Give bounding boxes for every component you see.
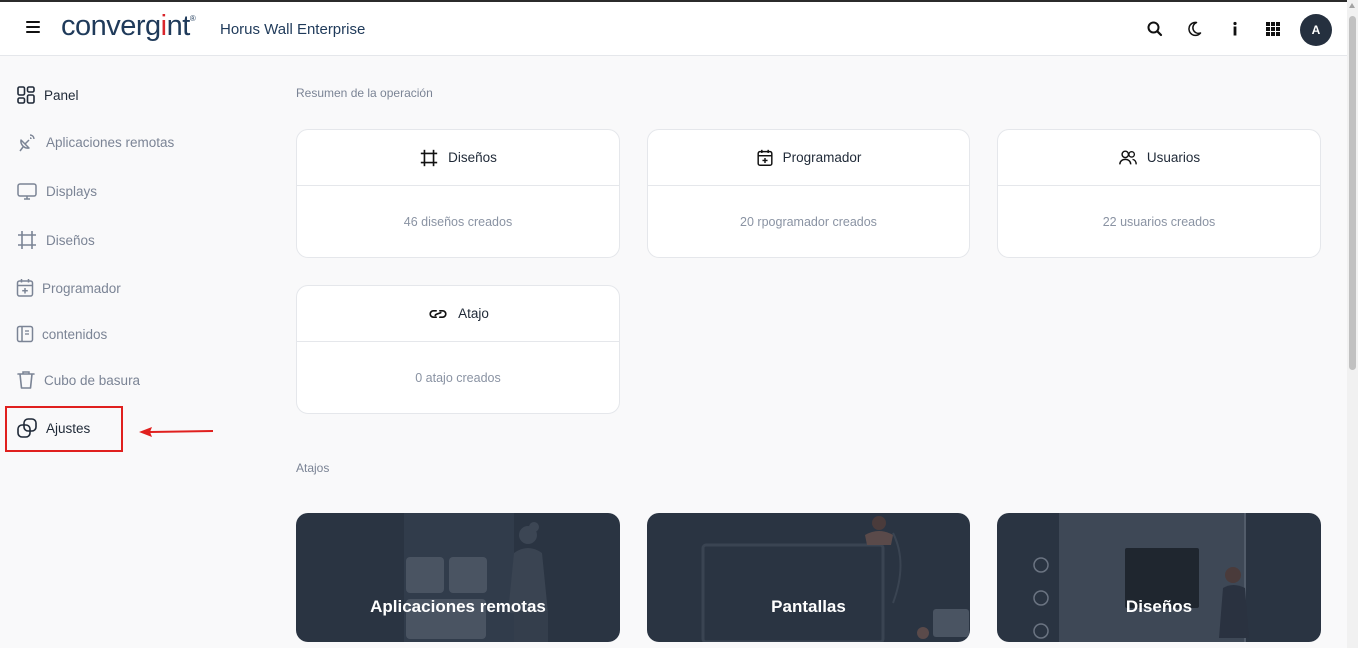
- sidebar-item-label: contenidos: [42, 326, 108, 342]
- moon-icon[interactable]: [1184, 19, 1204, 39]
- sidebar-item-cubo-de-basura[interactable]: Cubo de basura: [16, 369, 140, 391]
- content-panel-icon: [16, 325, 34, 343]
- search-icon[interactable]: [1145, 19, 1165, 39]
- scroll-up-icon[interactable]: [1349, 3, 1355, 8]
- trash-icon: [17, 371, 35, 389]
- card-title: Usuarios: [1146, 150, 1201, 165]
- crop-frame-icon: [18, 231, 36, 249]
- designs-illustration: [1033, 513, 1249, 642]
- sidebar-item-label: Aplicaciones remotas: [46, 134, 175, 150]
- shortcuts-title: Atajos: [296, 461, 330, 475]
- sidebar-item-aplicaciones-remotas[interactable]: Aplicaciones remotas: [16, 131, 174, 153]
- card-value: 46 diseños creados: [403, 215, 513, 229]
- logo[interactable]: convergint®: [61, 10, 196, 43]
- info-icon[interactable]: [1225, 19, 1245, 39]
- users-icon: [1118, 149, 1137, 164]
- sidebar-item-label: Cubo de basura: [44, 372, 141, 388]
- shortcut-label: Aplicaciones remotas: [370, 597, 546, 616]
- shortcut-label: Diseños: [1125, 597, 1193, 616]
- satellite-dish-icon: [19, 134, 35, 152]
- card-value: 20 rpogramador creados: [740, 215, 877, 229]
- card-value: 22 usuarios creados: [1102, 215, 1216, 229]
- sidebar-item-programador[interactable]: Programador: [16, 277, 121, 299]
- card-disenos[interactable]: Diseños 46 diseños creados: [296, 129, 620, 258]
- link-icon: [429, 309, 447, 318]
- crop-frame-icon: [420, 149, 438, 166]
- calendar-plus-icon: [757, 149, 773, 166]
- shortcut-pantallas[interactable]: Pantallas: [647, 513, 970, 642]
- scrollbar-thumb[interactable]: [1349, 16, 1356, 370]
- card-programador[interactable]: Programador 20 rpogramador creados: [647, 129, 970, 258]
- app-title: Horus Wall Enterprise: [220, 21, 366, 38]
- card-header: Atajo: [297, 286, 619, 342]
- summary-title: Resumen de la operación: [296, 86, 433, 100]
- monitor-icon: [17, 183, 37, 200]
- card-value: 0 atajo creados: [415, 371, 501, 385]
- sidebar-item-label: Diseños: [46, 232, 95, 248]
- sidebar-item-label: Displays: [46, 183, 98, 199]
- remote-apps-illustration: [404, 513, 548, 642]
- logo-text: converg: [61, 10, 161, 42]
- avatar[interactable]: A: [1300, 14, 1332, 46]
- shortcut-label: Pantallas: [771, 597, 846, 616]
- shortcut-aplicaciones-remotas[interactable]: Aplicaciones remotas: [296, 513, 620, 642]
- calendar-plus-icon: [16, 279, 34, 297]
- logo-registered-mark: ®: [189, 14, 196, 23]
- card-title: Diseños: [448, 150, 497, 165]
- card-header: Diseños: [297, 130, 619, 186]
- card-title: Programador: [782, 150, 862, 165]
- card-header: Programador: [648, 130, 969, 186]
- card-header: Usuarios: [998, 130, 1320, 186]
- sidebar-item-panel[interactable]: Panel: [16, 85, 79, 105]
- highlight-box: [5, 406, 123, 452]
- apps-grid-icon[interactable]: [1263, 19, 1283, 39]
- sidebar-item-contenidos[interactable]: contenidos: [16, 324, 107, 344]
- card-title: Atajo: [458, 306, 489, 321]
- sidebar-item-disenos[interactable]: Diseños: [16, 229, 95, 251]
- card-usuarios[interactable]: Usuarios 22 usuarios creados: [997, 129, 1321, 258]
- card-atajo[interactable]: Atajo 0 atajo creados: [296, 285, 620, 414]
- sidebar-item-displays[interactable]: Displays: [16, 180, 97, 202]
- sidebar-item-label: Panel: [44, 87, 79, 103]
- screens-illustration: [701, 516, 969, 642]
- sidebar-item-label: Programador: [42, 280, 121, 296]
- dashboard-icon: [17, 86, 35, 104]
- pointer-arrow-icon: [139, 427, 214, 437]
- shortcut-disenos[interactable]: Diseños: [997, 513, 1321, 642]
- logo-text-end: nt: [166, 10, 191, 42]
- top-bar: convergint® Horus Wall Enterprise A: [0, 0, 1347, 56]
- menu-icon[interactable]: [26, 21, 40, 35]
